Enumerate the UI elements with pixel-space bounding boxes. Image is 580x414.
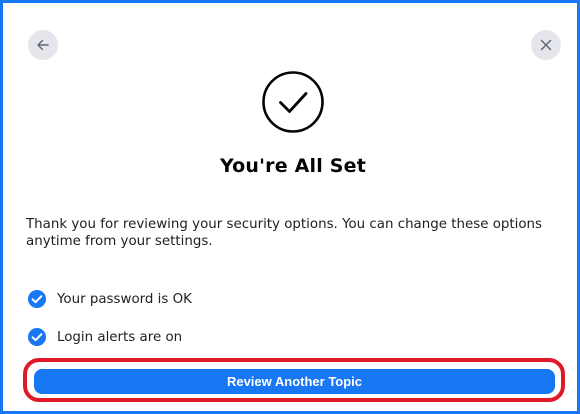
status-label: Login alerts are on	[57, 329, 183, 345]
close-button[interactable]	[531, 30, 561, 60]
status-item-login-alerts: Login alerts are on	[27, 318, 192, 356]
dialog-message: Thank you for reviewing your security op…	[26, 217, 543, 249]
dialog-title: You're All Set	[219, 155, 367, 177]
security-checkup-dialog: You're All Set Thank you for reviewing y…	[0, 0, 580, 414]
status-label: Your password is OK	[57, 291, 192, 307]
back-button[interactable]	[28, 30, 58, 60]
status-item-password: Your password is OK	[27, 280, 192, 318]
review-another-topic-button[interactable]: Review Another Topic	[34, 369, 555, 394]
status-list: Your password is OK Login alerts are on	[27, 280, 192, 356]
arrow-left-icon	[36, 38, 50, 52]
check-circle-outline-icon	[260, 69, 326, 135]
close-icon	[539, 38, 553, 52]
check-circle-icon	[27, 289, 47, 309]
check-circle-icon	[27, 327, 47, 347]
